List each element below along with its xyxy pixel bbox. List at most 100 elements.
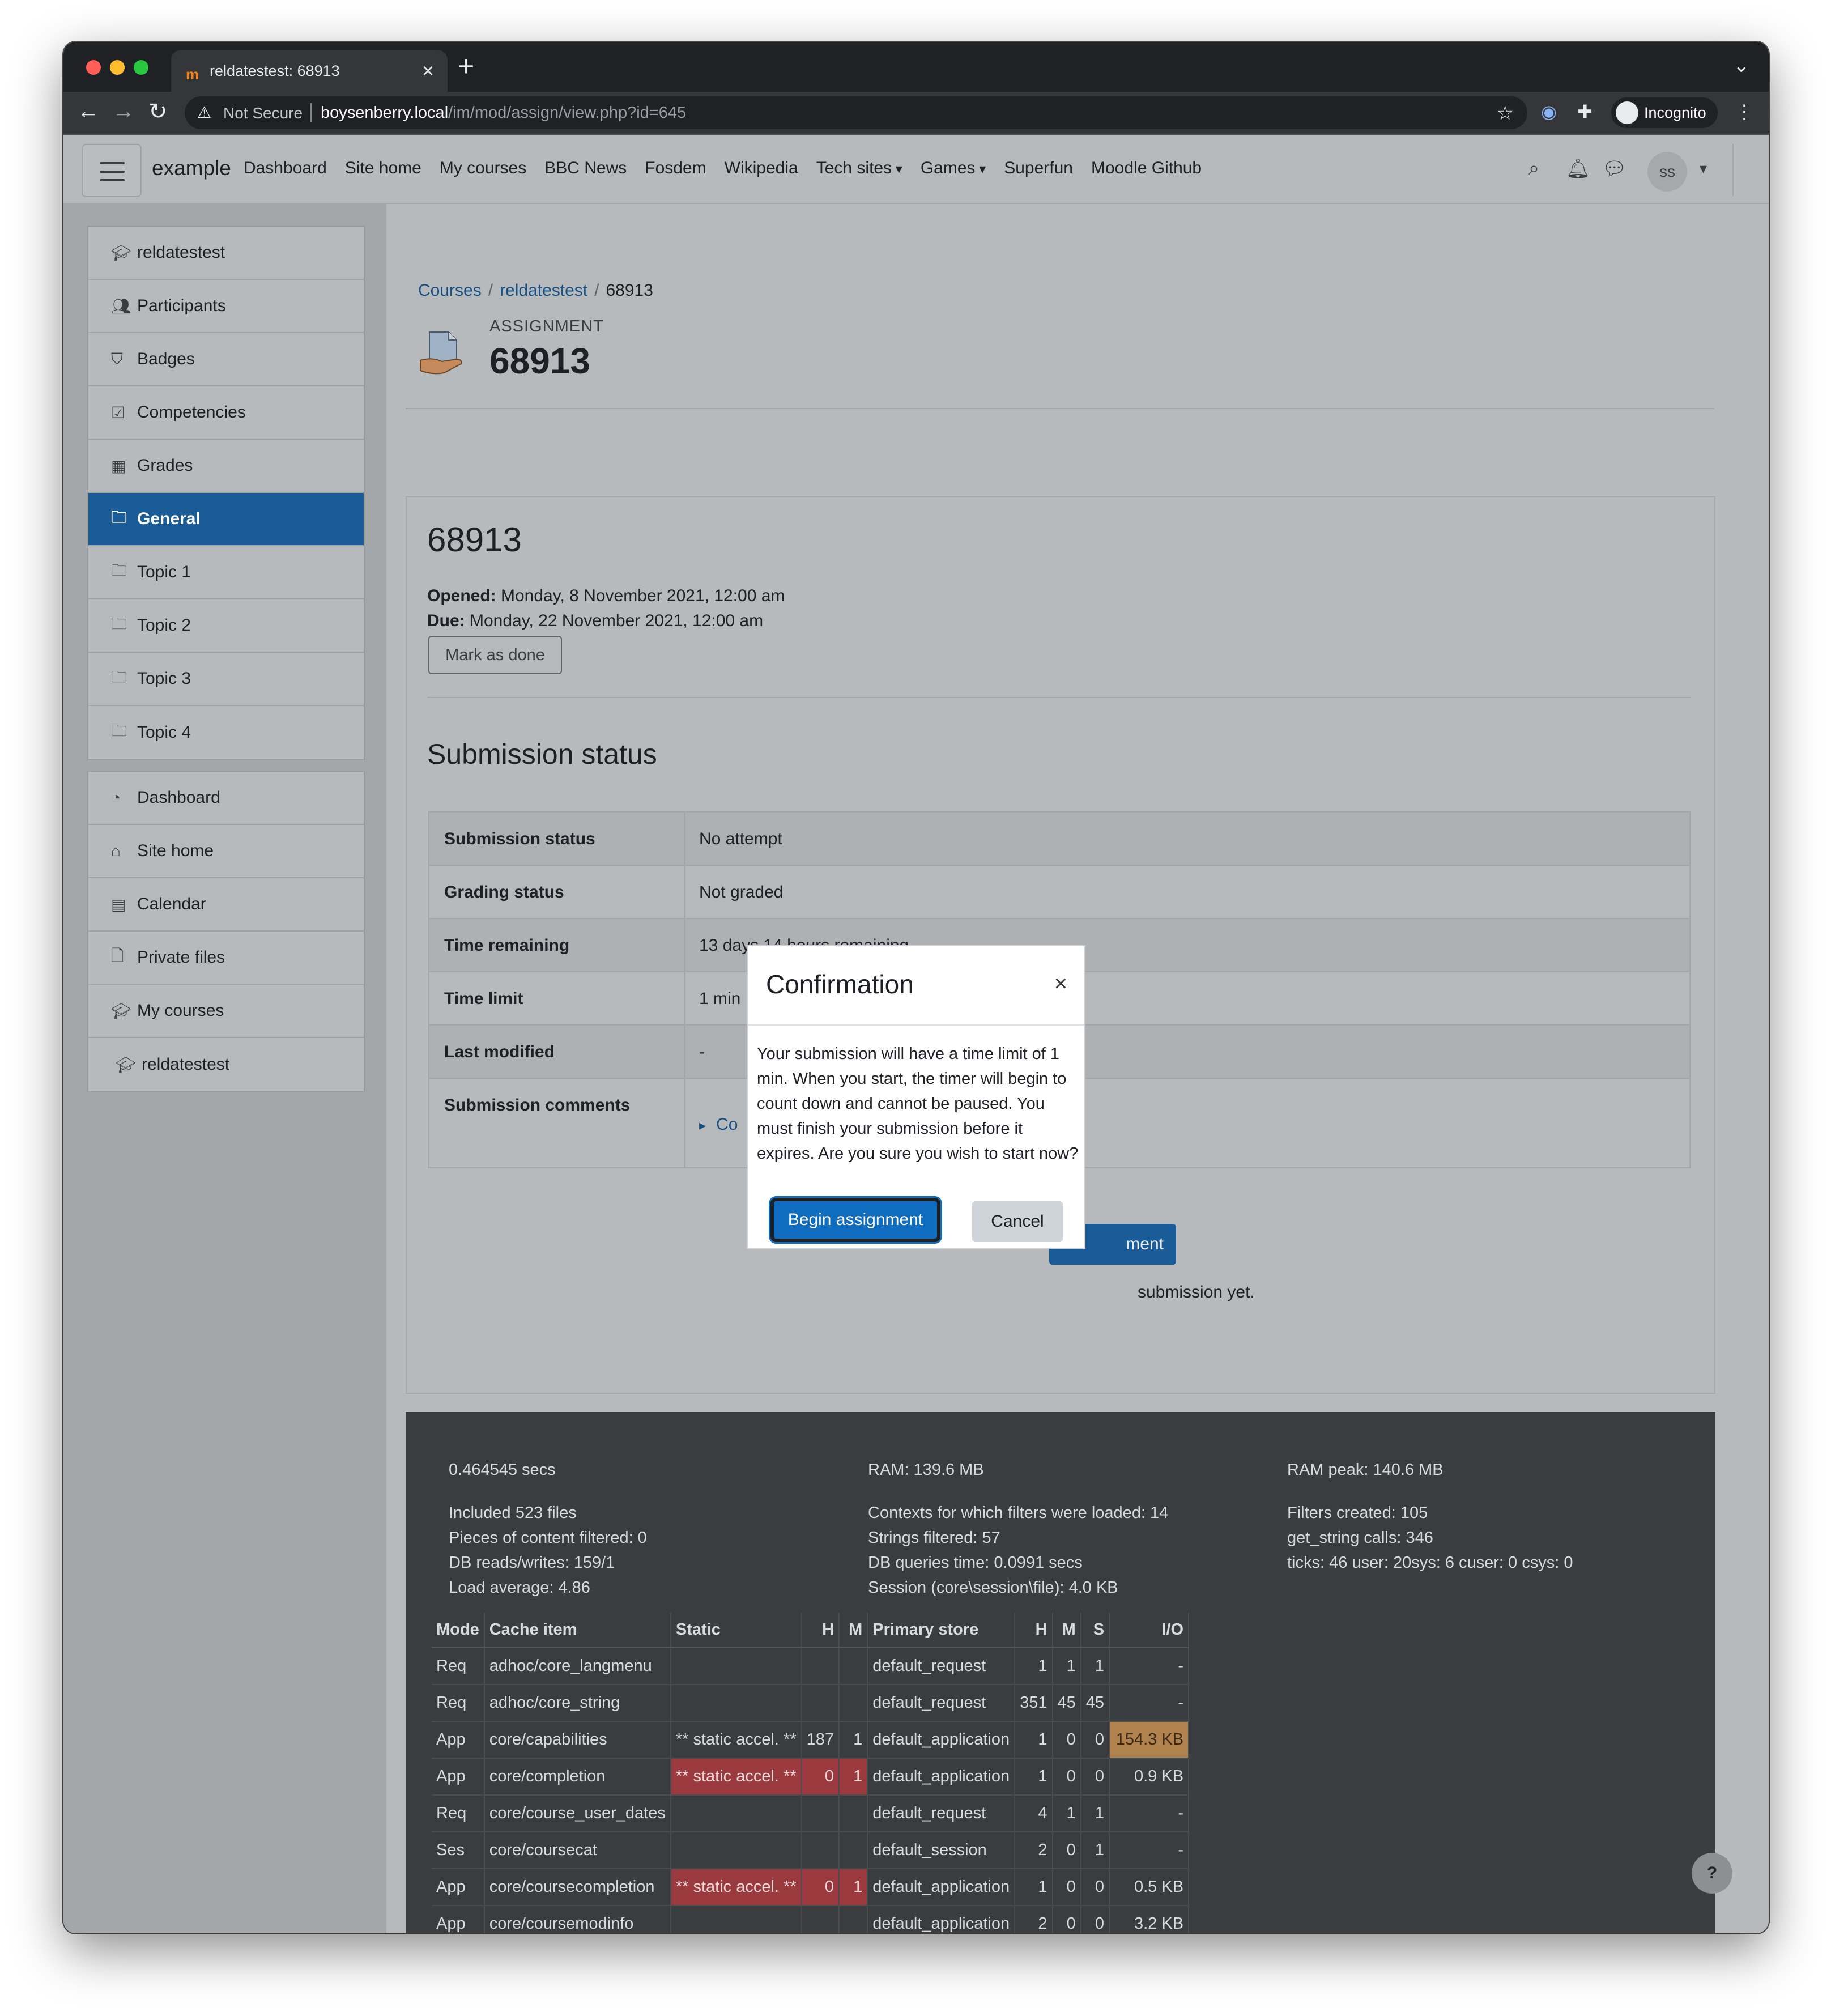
cache-table-cell: App [432,1721,485,1759]
nav-dropdown-games[interactable]: Games [921,159,986,178]
file-icon: 🗋 [111,947,124,964]
extension-compass-icon[interactable]: ◉ [1541,101,1557,122]
cache-table-cell: 1 [839,1758,868,1796]
cancel-button[interactable]: Cancel [972,1201,1063,1242]
sidebar-item-reldatestest-course[interactable]: 🎓︎ reldatestest [88,1038,364,1091]
cache-table-cell: 1 [1015,1758,1053,1796]
nav-link-fosdem[interactable]: Fosdem [645,159,706,178]
sidebar-item-label: reldatestest [137,243,225,262]
sidebar-item-participants[interactable]: 👥︎ Participants [88,280,364,333]
close-icon[interactable]: × [1054,971,1067,997]
perf-line: Filters created: 105 [1287,1504,1428,1522]
sidebar-item-topic-2[interactable]: 🗀 Topic 2 [88,599,364,653]
search-icon[interactable]: ⌕ [1528,158,1539,180]
begin-assignment-button[interactable]: Begin assignment [770,1198,940,1242]
help-button[interactable]: ? [1692,1853,1732,1894]
maximize-window-button[interactable] [134,60,148,75]
sidebar-item-topic-3[interactable]: 🗀 Topic 3 [88,653,364,706]
user-avatar[interactable]: ss [1647,152,1687,192]
sidebar-item-reldatestest[interactable]: 🎓︎ reldatestest [88,227,364,280]
due-label: Due: [427,611,465,630]
sidebar-item-grades[interactable]: ▦ Grades [88,440,364,493]
cache-table-cell: 2 [1015,1832,1053,1869]
nav-link-bbc-news[interactable]: BBC News [544,159,627,178]
sidebar-item-badges[interactable]: ⛉ Badges [88,333,364,386]
cache-table-cell [670,1648,802,1685]
col-cache-item: Cache item [484,1613,671,1648]
cache-table-cell [839,1906,868,1933]
folder-icon: 🗀 [111,508,127,526]
cache-table-cell [801,1685,840,1722]
cache-table-cell: 1 [839,1869,868,1906]
minimize-window-button[interactable] [110,60,125,75]
cache-table-cell [801,1906,840,1933]
tab-bar: m reldatestest: 68913 × + ⌄ [63,42,1769,92]
user-menu-caret-icon[interactable]: ▾ [1700,160,1707,177]
incognito-icon [1616,101,1638,124]
nav-link-site-home[interactable]: Site home [345,159,421,178]
tab-search-chevron-icon[interactable]: ⌄ [1734,54,1750,77]
breadcrumb-courses[interactable]: Courses [418,281,482,300]
drawer-toggle-button[interactable] [82,144,142,197]
address-bar[interactable]: ⚠ Not Secure boysenberry.local/im/mod/as… [185,96,1527,129]
bell-icon[interactable]: 🔔︎ [1566,158,1590,180]
cache-table-cell: - [1109,1832,1190,1869]
cache-table-cell: 0.9 KB [1109,1758,1190,1796]
browser-menu-icon[interactable]: ⋮ [1735,101,1754,124]
sidebar-item-competencies[interactable]: ☑ Competencies [88,386,364,440]
sidebar-item-my-courses[interactable]: 🎓︎ My courses [88,985,364,1038]
bookmark-star-icon[interactable]: ☆ [1497,102,1514,125]
extensions-puzzle-icon[interactable]: ✚ [1577,101,1592,122]
mark-as-done-button[interactable]: Mark as done [428,636,562,674]
nav-link-moodle-github[interactable]: Moodle Github [1091,159,1202,178]
comments-toggle-link[interactable]: Co [699,1115,738,1134]
nav-link-dashboard[interactable]: Dashboard [244,159,327,178]
sidebar-item-label: Competencies [137,403,246,422]
sidebar-item-topic-4[interactable]: 🗀 Topic 4 [88,706,364,759]
site-brand[interactable]: example [152,156,231,180]
chat-icon[interactable]: 💬︎ [1602,158,1626,180]
perf-gap [1287,1482,1573,1500]
nav-link-my-courses[interactable]: My courses [440,159,526,178]
sidebar-item-dashboard[interactable]: ◔ Dashboard [88,772,364,825]
cache-table-cell: core/course_user_dates [484,1795,671,1832]
cache-table-cell: App [432,1758,485,1796]
row-key: Submission comments [429,1079,685,1167]
cache-table-row: App core/completion ** static accel. ** 0 1 d… [432,1758,1190,1796]
warning-triangle-icon[interactable]: ⚠ [197,103,211,122]
sidebar-item-site-home[interactable]: ⌂ Site home [88,825,364,878]
cache-table-row: App core/capabilities ** static accel. ** 1… [432,1721,1190,1759]
perf-line: Pieces of content filtered: 0 [449,1529,647,1547]
calendar-icon: ▤ [111,895,126,913]
col-primary-store: Primary store [867,1613,1016,1648]
incognito-label: Incognito [1644,104,1706,121]
sidebar-item-private-files[interactable]: 🗋 Private files [88,932,364,985]
back-arrow-icon[interactable]: ← [77,99,100,124]
sidebar-item-topic-1[interactable]: 🗀 Topic 1 [88,546,364,599]
nav-dropdown-tech-sites[interactable]: Tech sites [816,159,902,178]
new-tab-button[interactable]: + [458,50,474,83]
nav-link-superfun[interactable]: Superfun [1004,159,1073,178]
cache-table-row: Req adhoc/core_langmenu default_request 1 1 1… [432,1648,1190,1685]
cache-table-cell: 0 [1080,1869,1110,1906]
browser-tab[interactable]: m reldatestest: 68913 × [171,50,448,92]
tab-close-icon[interactable]: × [422,59,434,83]
nav-link-wikipedia[interactable]: Wikipedia [725,159,798,178]
sidebar-item-general[interactable]: 🗀 General [88,493,364,546]
cache-table-cell [801,1795,840,1832]
sidebar-item-label: Topic 4 [137,723,191,742]
close-window-button[interactable] [86,60,101,75]
not-secure-label[interactable]: Not Secure [223,104,303,122]
cache-table-cell: adhoc/core_string [484,1685,671,1722]
sidebar-item-calendar[interactable]: ▤ Calendar [88,878,364,932]
reload-icon[interactable]: ↻ [148,99,168,125]
sidebar-item-label: reldatestest [142,1055,230,1074]
incognito-profile-button[interactable]: Incognito [1611,97,1718,128]
forward-arrow-icon[interactable]: → [112,99,135,124]
breadcrumb-course[interactable]: reldatestest [500,281,587,300]
col-mode: Mode [432,1613,485,1648]
browser-toolbar: ← → ↻ ⚠ Not Secure boysenberry.local/im/… [63,92,1769,135]
url-text[interactable]: boysenberry.local/im/mod/assign/view.php… [321,104,686,122]
cache-table-cell: default_application [867,1758,1016,1796]
cache-table-cell: - [1109,1685,1190,1722]
